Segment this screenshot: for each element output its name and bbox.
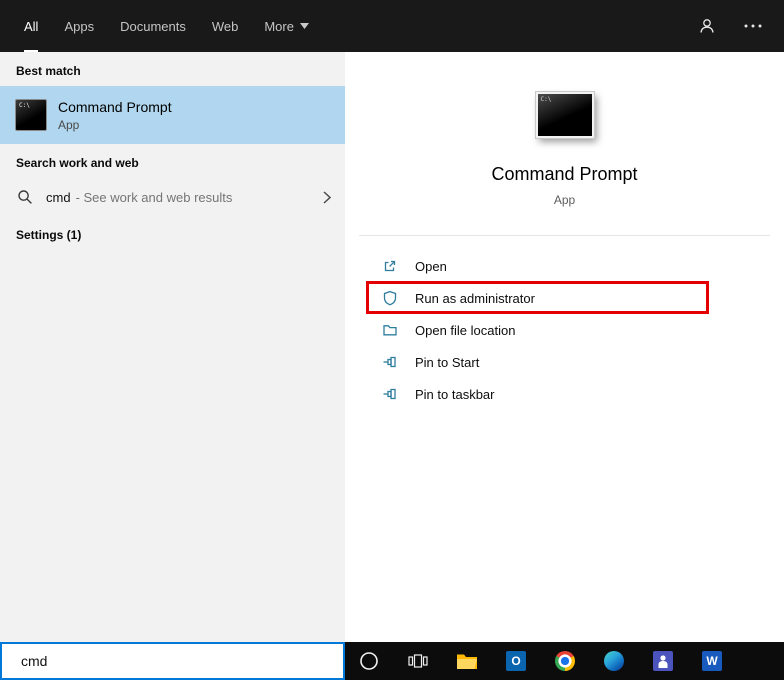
action-pin-to-start[interactable]: Pin to Start (345, 346, 784, 378)
outlook-icon[interactable]: O (505, 650, 527, 672)
edge-icon[interactable] (603, 650, 625, 672)
topbar-right-icons (698, 0, 784, 52)
chrome-icon[interactable] (554, 650, 576, 672)
context-actions-list: Open Run as administrator Open file loca… (345, 250, 784, 410)
tab-more-label: More (264, 19, 294, 34)
shield-icon (382, 290, 398, 306)
action-label: Open file location (415, 323, 515, 338)
action-label: Run as administrator (415, 291, 535, 306)
teams-icon[interactable] (652, 650, 674, 672)
tab-documents[interactable]: Documents (120, 0, 186, 52)
action-label: Pin to taskbar (415, 387, 495, 402)
taskbar-search-box[interactable] (0, 642, 345, 680)
tab-more[interactable]: More (264, 0, 309, 52)
chevron-right-icon[interactable] (323, 191, 331, 204)
best-match-header: Best match (16, 64, 329, 78)
tab-web-label: Web (212, 19, 239, 34)
search-input[interactable] (2, 644, 343, 678)
command-prompt-icon: C:\ (15, 99, 47, 131)
suggestion-text: cmd - See work and web results (46, 190, 232, 205)
pin-icon (382, 354, 398, 370)
best-match-title: Command Prompt (58, 99, 172, 115)
preview-divider (359, 235, 770, 236)
file-explorer-icon[interactable] (456, 650, 478, 672)
ellipsis-menu-icon[interactable] (744, 24, 762, 28)
search-results-panel: Best match C:\ Command Prompt App Search… (0, 52, 345, 642)
tab-apps[interactable]: Apps (64, 0, 94, 52)
action-pin-to-taskbar[interactable]: Pin to taskbar (345, 378, 784, 410)
taskbar: O W (345, 642, 784, 680)
best-match-result-command-prompt[interactable]: C:\ Command Prompt App (0, 86, 345, 144)
chevron-down-icon (300, 23, 309, 29)
task-view-icon[interactable] (407, 650, 429, 672)
word-letter: W (702, 651, 722, 671)
filter-tabs: All Apps Documents Web More (0, 0, 335, 52)
suggestion-rest: - See work and web results (76, 190, 233, 205)
preview-title: Command Prompt (491, 164, 637, 185)
pin-icon (382, 386, 398, 402)
folder-location-icon (382, 322, 398, 338)
command-prompt-icon-large: C:\ (536, 92, 594, 138)
best-match-text: Command Prompt App (58, 99, 172, 132)
tab-all-label: All (24, 19, 38, 34)
cmd-window-text: C:\ (541, 96, 552, 103)
preview-subtitle: App (554, 193, 575, 207)
web-search-suggestion[interactable]: cmd - See work and web results (0, 178, 345, 216)
result-preview-panel: C:\ Command Prompt App Open Run as admin… (345, 52, 784, 642)
user-account-icon[interactable] (698, 17, 716, 35)
best-match-subtitle: App (58, 118, 172, 132)
windows-search-flyout: All Apps Documents Web More (0, 0, 784, 680)
action-open[interactable]: Open (345, 250, 784, 282)
cortana-icon[interactable] (358, 650, 380, 672)
tab-all[interactable]: All (24, 0, 38, 52)
search-filter-bar: All Apps Documents Web More (0, 0, 784, 52)
search-icon (17, 189, 33, 205)
settings-group-header[interactable]: Settings (1) (16, 228, 329, 242)
outlook-letter: O (506, 651, 526, 671)
action-run-as-administrator[interactable]: Run as administrator (345, 282, 784, 314)
app-preview: C:\ Command Prompt App (345, 52, 784, 207)
open-icon (382, 258, 398, 274)
tab-web[interactable]: Web (212, 0, 239, 52)
tab-apps-label: Apps (64, 19, 94, 34)
cmd-window-text: C:\ (19, 102, 30, 109)
action-label: Open (415, 259, 447, 274)
action-open-file-location[interactable]: Open file location (345, 314, 784, 346)
suggestion-query: cmd (46, 190, 71, 205)
tab-documents-label: Documents (120, 19, 186, 34)
word-icon[interactable]: W (701, 650, 723, 672)
search-work-web-header: Search work and web (16, 156, 329, 170)
action-label: Pin to Start (415, 355, 479, 370)
